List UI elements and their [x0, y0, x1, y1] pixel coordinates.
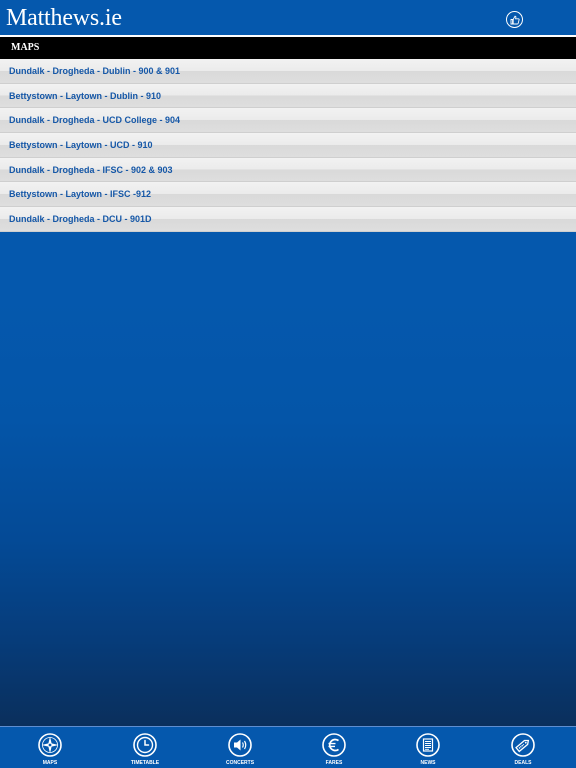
- euro-icon: [322, 733, 346, 757]
- tab-label: FARES: [325, 760, 343, 766]
- section-header: MAPS: [0, 37, 576, 59]
- route-label: Dundalk - Drogheda - Dublin - 900 & 901: [9, 66, 181, 76]
- route-list: Dundalk - Drogheda - Dublin - 900 & 901 …: [0, 59, 576, 232]
- tab-label: NEWS: [420, 760, 436, 766]
- route-item[interactable]: Dundalk - Drogheda - Dublin - 900 & 901: [0, 59, 576, 84]
- section-title: MAPS: [11, 42, 40, 53]
- tab-maps[interactable]: MAPS: [20, 727, 80, 768]
- tab-label: DEALS: [514, 760, 532, 766]
- tab-bar: MAPS TIMETABLE CONCERTS FARES NEWS DEALS: [0, 726, 576, 768]
- tab-concerts[interactable]: CONCERTS: [210, 727, 270, 768]
- tag-icon: [511, 733, 535, 757]
- app-header: Matthews.ie: [0, 0, 576, 36]
- route-item[interactable]: Dundalk - Drogheda - UCD College - 904: [0, 108, 576, 134]
- tab-timetable[interactable]: TIMETABLE: [115, 727, 175, 768]
- tab-deals[interactable]: DEALS: [493, 727, 553, 768]
- app-logo[interactable]: Matthews.ie: [6, 4, 122, 32]
- like-button[interactable]: [506, 11, 523, 28]
- route-label: Dundalk - Drogheda - IFSC - 902 & 903: [9, 164, 173, 175]
- tab-news[interactable]: NEWS: [398, 727, 458, 768]
- route-label: Bettystown - Laytown - UCD - 910: [9, 140, 153, 151]
- tab-label: MAPS: [42, 760, 58, 766]
- compass-icon: [38, 733, 62, 757]
- route-item[interactable]: Bettystown - Laytown - UCD - 910: [0, 133, 576, 158]
- speaker-icon: [228, 733, 252, 757]
- tab-label: TIMETABLE: [130, 760, 160, 766]
- route-label: Dundalk - Drogheda - DCU - 901D: [9, 214, 152, 225]
- route-label: Bettystown - Laytown - Dublin - 910: [9, 90, 162, 101]
- newspaper-icon: [416, 733, 440, 757]
- clock-icon: [133, 733, 157, 757]
- tab-label: CONCERTS: [225, 760, 255, 766]
- thumbs-up-icon: [510, 15, 520, 24]
- route-label: Bettystown - Laytown - IFSC -912: [9, 189, 152, 200]
- route-item[interactable]: Bettystown - Laytown - Dublin - 910: [0, 83, 576, 109]
- tab-fares[interactable]: FARES: [304, 727, 364, 768]
- route-item[interactable]: Bettystown - Laytown - IFSC -912: [0, 182, 576, 208]
- route-item[interactable]: Dundalk - Drogheda - DCU - 901D: [0, 207, 576, 232]
- route-item[interactable]: Dundalk - Drogheda - IFSC - 902 & 903: [0, 157, 576, 183]
- route-label: Dundalk - Drogheda - UCD College - 904: [9, 115, 181, 126]
